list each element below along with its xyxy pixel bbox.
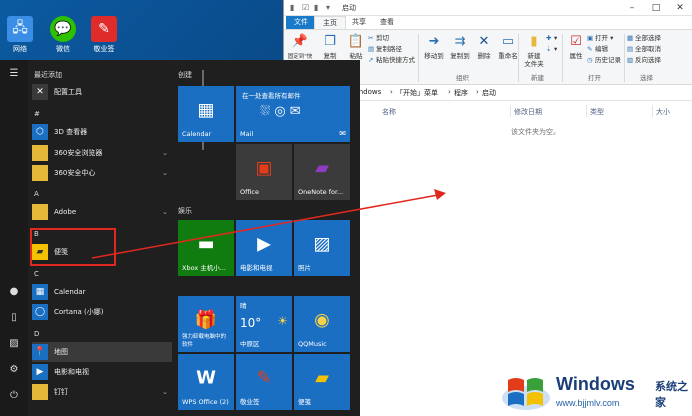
- watermark: Windows 系统之家 www.bjjmlv.com: [500, 366, 692, 416]
- annotation-arrow: [91, 189, 446, 259]
- windows-logo-icon: [502, 378, 550, 410]
